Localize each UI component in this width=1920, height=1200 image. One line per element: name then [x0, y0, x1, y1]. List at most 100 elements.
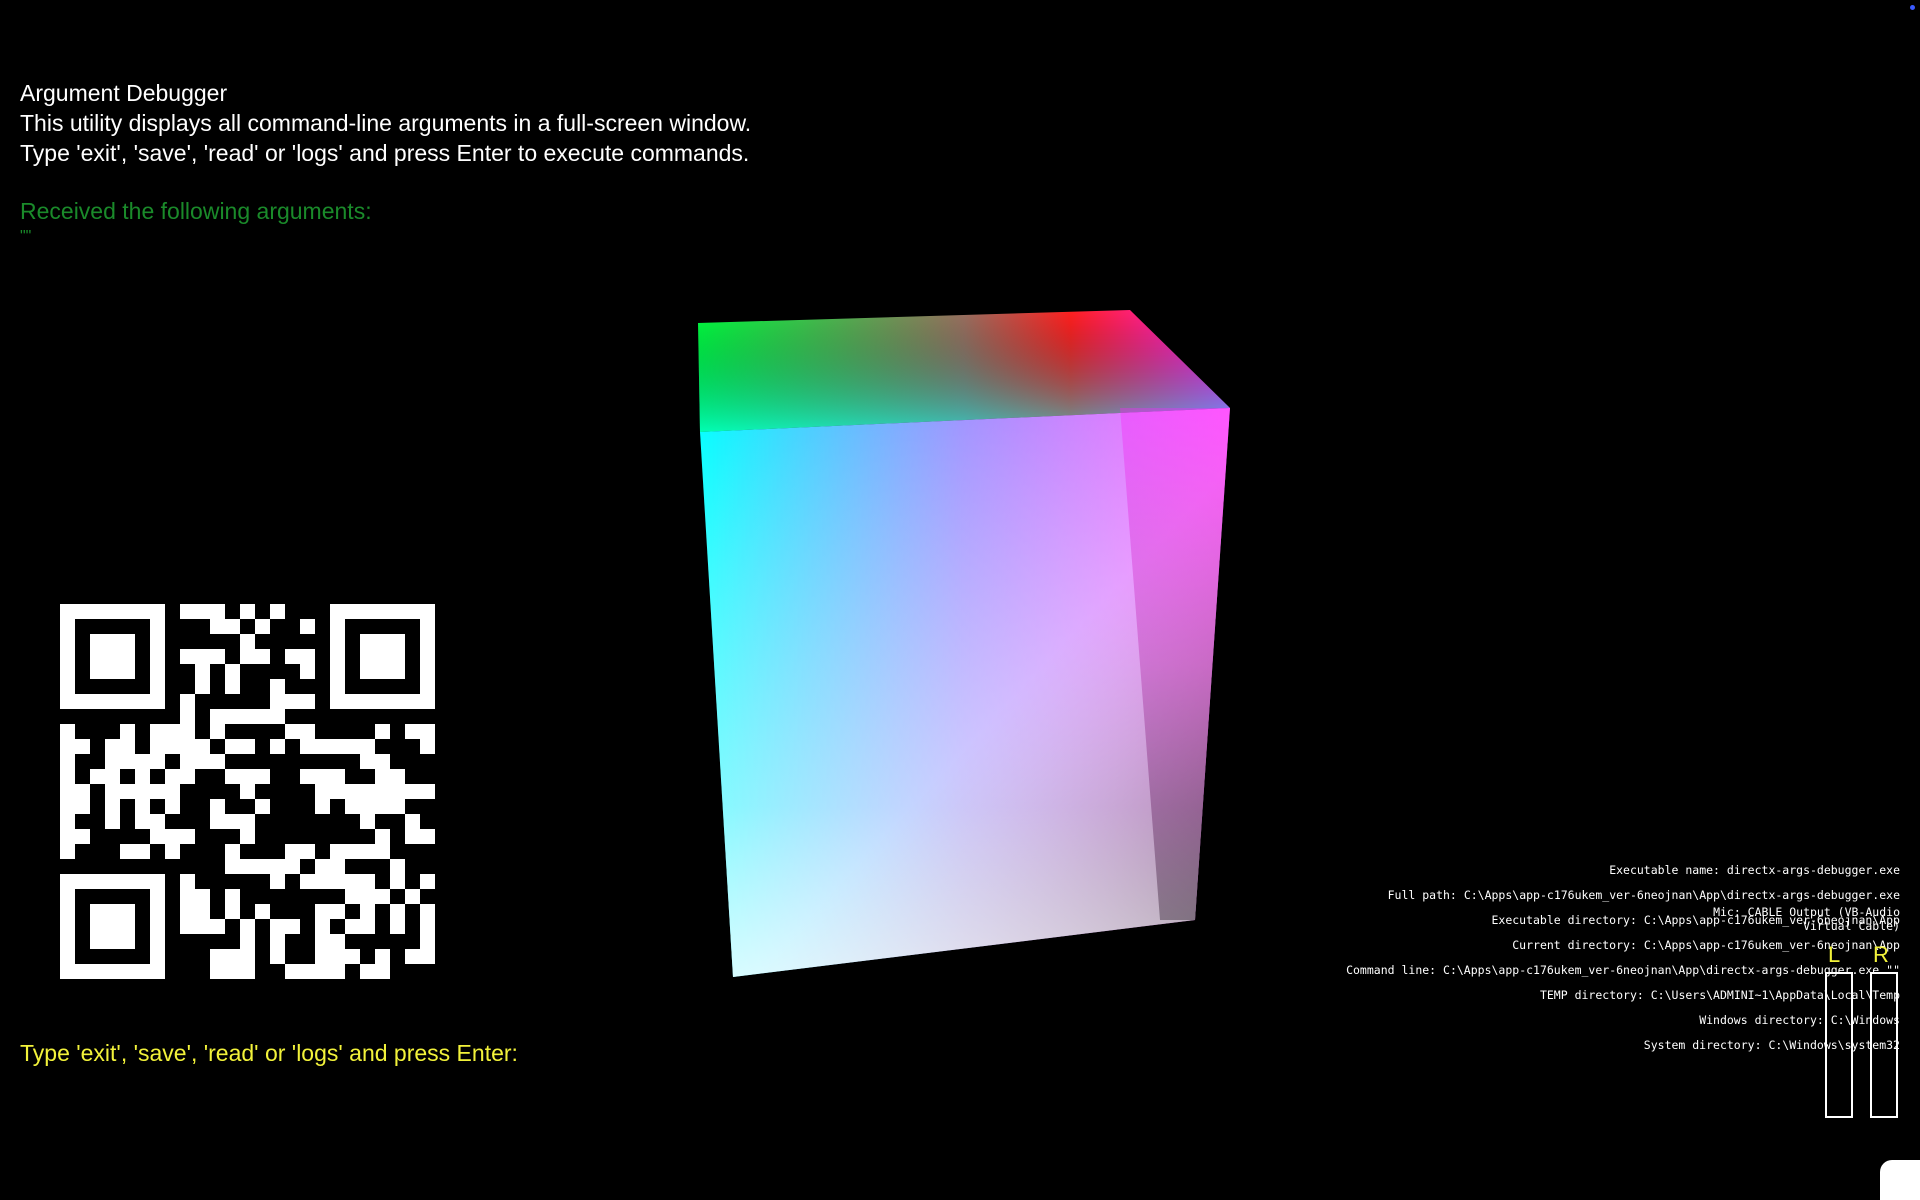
qr-module [165, 724, 180, 739]
qr-module [420, 724, 435, 739]
qr-module [330, 904, 345, 919]
qr-module [285, 964, 300, 979]
qr-module [195, 649, 210, 664]
qr-module [180, 889, 195, 904]
qr-module [120, 784, 135, 799]
qr-module [330, 769, 345, 784]
qr-module [375, 889, 390, 904]
qr-module [120, 934, 135, 949]
qr-module [105, 604, 120, 619]
qr-module [270, 679, 285, 694]
qr-module [240, 859, 255, 874]
qr-module [60, 724, 75, 739]
qr-module [255, 799, 270, 814]
qr-module [390, 649, 405, 664]
qr-module [105, 694, 120, 709]
qr-module [375, 844, 390, 859]
qr-module [255, 649, 270, 664]
qr-module [390, 634, 405, 649]
qr-module [375, 964, 390, 979]
qr-module [150, 889, 165, 904]
qr-module [60, 949, 75, 964]
qr-module [60, 739, 75, 754]
qr-module [60, 634, 75, 649]
info-system-directory: System directory: C:\Windows\system32 [1643, 1038, 1900, 1052]
qr-module [360, 874, 375, 889]
qr-module [225, 949, 240, 964]
qr-module [60, 934, 75, 949]
qr-module [60, 799, 75, 814]
qr-module [240, 964, 255, 979]
qr-module [240, 949, 255, 964]
info-current-directory: Current directory: C:\Apps\app-c176ukem_… [1512, 938, 1900, 952]
qr-module [60, 784, 75, 799]
info-command-line: Command line: C:\Apps\app-c176ukem_ver-6… [1346, 963, 1900, 977]
qr-module [255, 904, 270, 919]
qr-module [165, 739, 180, 754]
qr-module [150, 934, 165, 949]
qr-module [90, 919, 105, 934]
qr-module [135, 784, 150, 799]
qr-module [60, 694, 75, 709]
qr-module [150, 739, 165, 754]
qr-module [120, 844, 135, 859]
qr-module [225, 889, 240, 904]
qr-module [225, 814, 240, 829]
qr-module [180, 904, 195, 919]
qr-module [330, 649, 345, 664]
qr-module [270, 694, 285, 709]
qr-module [315, 739, 330, 754]
qr-module [375, 694, 390, 709]
qr-module [90, 964, 105, 979]
qr-module [330, 679, 345, 694]
qr-module [75, 829, 90, 844]
qr-module [105, 919, 120, 934]
qr-module [75, 964, 90, 979]
qr-module [225, 964, 240, 979]
qr-module [150, 649, 165, 664]
qr-module [360, 739, 375, 754]
qr-module [90, 634, 105, 649]
qr-module [315, 934, 330, 949]
qr-module [345, 604, 360, 619]
qr-module [360, 664, 375, 679]
qr-module [225, 664, 240, 679]
qr-module [375, 769, 390, 784]
qr-module [300, 739, 315, 754]
qr-module [300, 664, 315, 679]
info-executable-name: Executable name: directx-args-debugger.e… [1609, 863, 1900, 877]
qr-module [315, 949, 330, 964]
qr-module [135, 769, 150, 784]
qr-module [345, 739, 360, 754]
qr-module [420, 919, 435, 934]
qr-module [360, 889, 375, 904]
qr-module [60, 604, 75, 619]
qr-module [330, 844, 345, 859]
qr-module [120, 874, 135, 889]
command-prompt[interactable]: Type 'exit', 'save', 'read' or 'logs' an… [20, 1040, 518, 1067]
qr-module [300, 619, 315, 634]
qr-module [60, 754, 75, 769]
qr-code-icon [60, 604, 435, 979]
qr-module [135, 604, 150, 619]
qr-module [165, 829, 180, 844]
qr-module [195, 754, 210, 769]
qr-module [150, 919, 165, 934]
qr-module [135, 814, 150, 829]
qr-module [360, 904, 375, 919]
qr-module [90, 874, 105, 889]
arguments-value: "" [20, 228, 32, 245]
qr-module [75, 874, 90, 889]
qr-module [90, 664, 105, 679]
qr-module [360, 919, 375, 934]
qr-module [150, 664, 165, 679]
qr-module [345, 889, 360, 904]
qr-module [105, 739, 120, 754]
qr-module [90, 694, 105, 709]
qr-module [105, 784, 120, 799]
qr-module [375, 724, 390, 739]
qr-module [180, 709, 195, 724]
qr-module [300, 724, 315, 739]
qr-module [375, 949, 390, 964]
qr-module [390, 799, 405, 814]
